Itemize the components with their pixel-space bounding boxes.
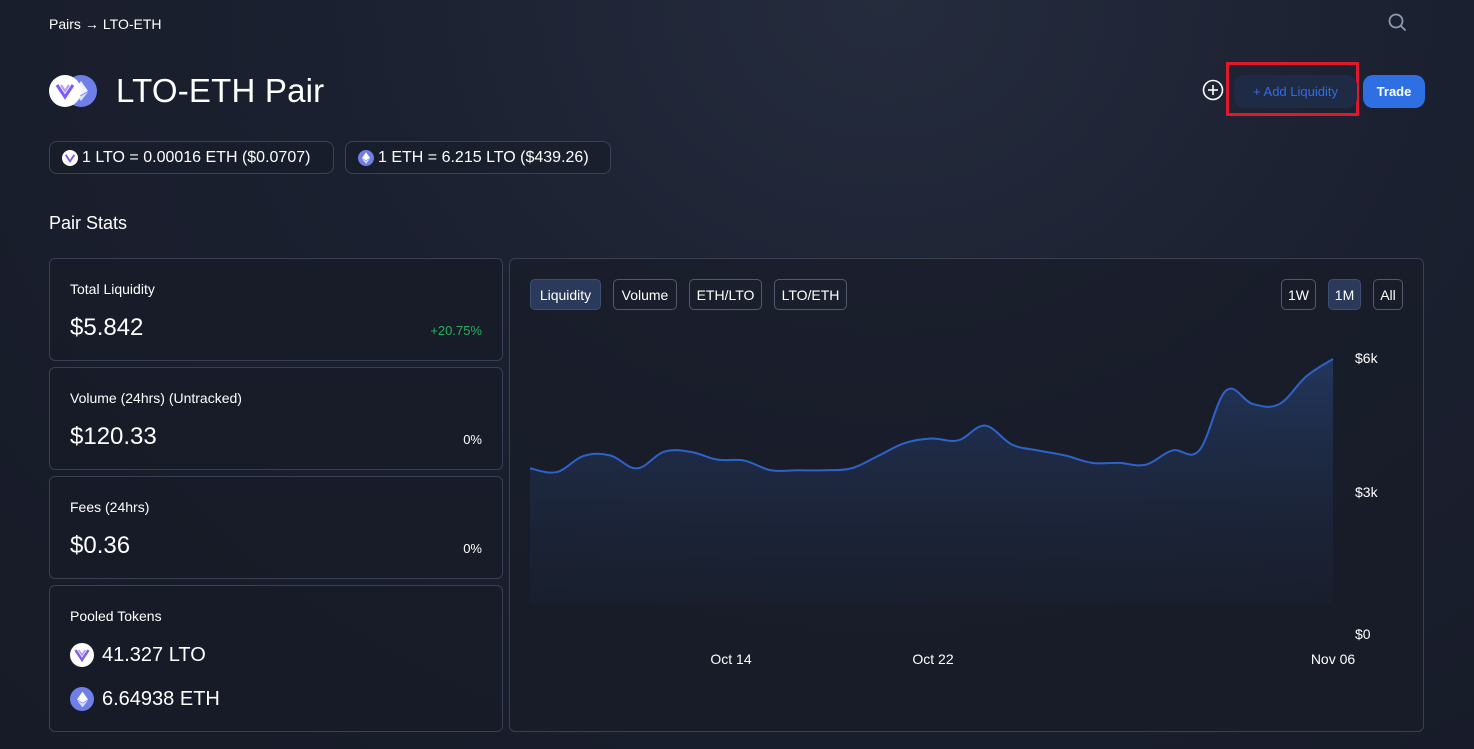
stat-change: 0% xyxy=(463,432,482,447)
volume-card: Volume (24hrs) (Untracked) $120.33 0% xyxy=(49,367,503,470)
pooled-token-amount: 41.327 LTO xyxy=(102,643,206,666)
stat-label: Total Liquidity xyxy=(70,281,155,297)
pooled-token-amount: 6.64938 ETH xyxy=(102,687,220,710)
eth-small-icon xyxy=(358,149,374,166)
stat-label: Pooled Tokens xyxy=(70,608,162,624)
pooled-tokens-card: Pooled Tokens 41.327 LTO 6.64938 ETH xyxy=(49,585,503,732)
breadcrumb-pairs-link[interactable]: Pairs xyxy=(49,16,81,32)
lto-token-icon xyxy=(70,643,94,667)
tab-eth-lto[interactable]: ETH/LTO xyxy=(689,279,762,310)
fees-card: Fees (24hrs) $0.36 0% xyxy=(49,476,503,579)
tab-lto-eth[interactable]: LTO/ETH xyxy=(774,279,847,310)
pooled-token-eth: 6.64938 ETH xyxy=(70,687,220,711)
lto-rate-text: 1 LTO = 0.00016 ETH ($0.0707) xyxy=(82,148,311,166)
tab-volume[interactable]: Volume xyxy=(613,279,677,310)
range-1m[interactable]: 1M xyxy=(1328,279,1361,310)
add-to-watchlist-icon[interactable] xyxy=(1202,79,1224,101)
page-title: LTO-ETH Pair xyxy=(116,72,325,109)
total-liquidity-card: Total Liquidity $5.842 +20.75% xyxy=(49,258,503,361)
section-title: Pair Stats xyxy=(49,213,128,233)
stat-label: Fees (24hrs) xyxy=(70,499,150,515)
eth-rate-text: 1 ETH = 6.215 LTO ($439.26) xyxy=(378,148,589,166)
stat-value: $0.36 xyxy=(70,532,131,559)
breadcrumb-separator: → xyxy=(84,16,99,32)
range-1w[interactable]: 1W xyxy=(1281,279,1316,310)
lto-logo-icon xyxy=(49,75,81,107)
search-icon[interactable] xyxy=(1386,11,1408,33)
pair-logos xyxy=(49,73,99,109)
add-liquidity-button[interactable]: + Add Liquidity xyxy=(1234,75,1357,108)
eth-token-icon xyxy=(70,687,94,711)
stat-label: Volume (24hrs) (Untracked) xyxy=(70,390,242,406)
stat-value: $120.33 xyxy=(70,423,157,450)
pooled-token-lto: 41.327 LTO xyxy=(70,643,206,667)
stat-value: $5.842 xyxy=(70,314,144,341)
eth-rate-pill: 1 ETH = 6.215 LTO ($439.26) xyxy=(345,141,611,174)
trade-button[interactable]: Trade xyxy=(1363,75,1425,108)
lto-rate-pill: 1 LTO = 0.00016 ETH ($0.0707) xyxy=(49,141,334,174)
page-header: LTO-ETH Pair xyxy=(49,72,324,110)
chart-card xyxy=(509,258,1424,732)
stat-change: +20.75% xyxy=(430,323,482,338)
lto-small-icon xyxy=(62,149,78,166)
breadcrumb-current: LTO-ETH xyxy=(102,16,162,32)
range-all[interactable]: All xyxy=(1373,279,1403,310)
breadcrumb: Pairs → LTO-ETH xyxy=(49,16,162,32)
tab-liquidity[interactable]: Liquidity xyxy=(530,279,601,310)
stat-change: 0% xyxy=(463,541,482,556)
